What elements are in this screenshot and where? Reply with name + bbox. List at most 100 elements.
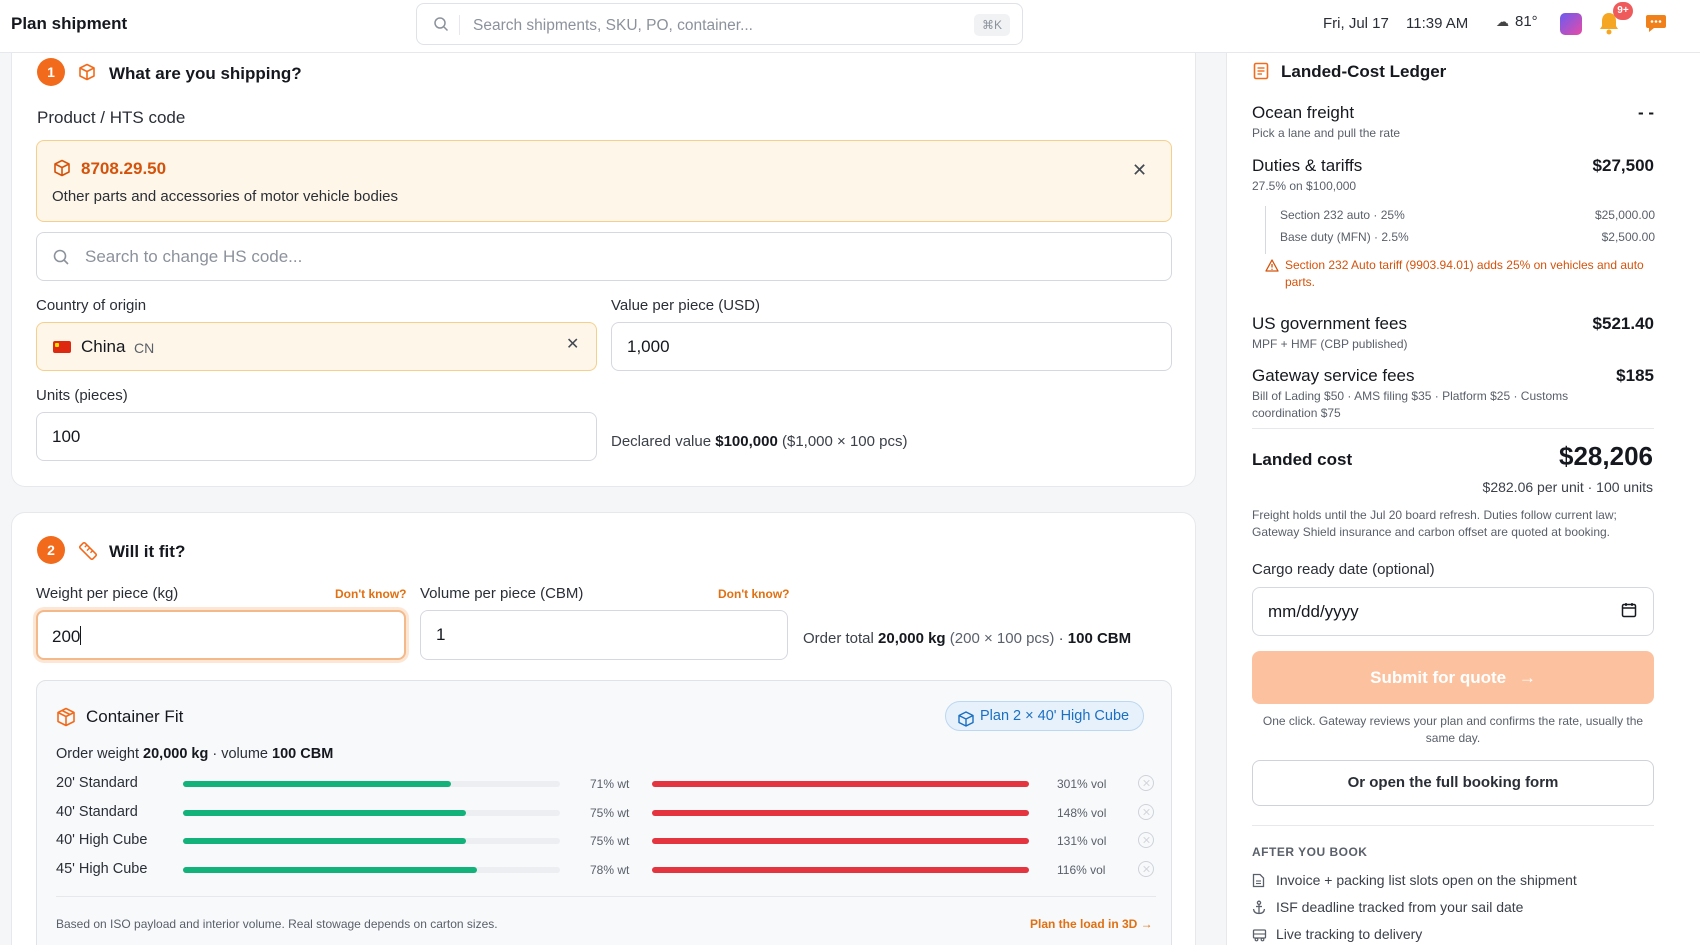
weight-dont-know-link[interactable]: Don't know?: [335, 587, 407, 601]
volume-bar-fill: [652, 866, 1029, 873]
hts-description: Other parts and accessories of motor veh…: [52, 188, 399, 205]
container-plan-icon: [958, 709, 974, 737]
ledger-note: Freight holds until the Jul 20 board ref…: [1252, 508, 1617, 539]
container-fit-panel: Container Fit Plan 2 × 40' High Cube Ord…: [36, 680, 1172, 945]
clock-date: Fri, Jul 17: [1323, 15, 1389, 32]
container-plan-label: Plan 2 × 40' High Cube: [980, 708, 1130, 724]
weight-percent: 78% wt: [590, 862, 630, 877]
landed-cost-label: Landed cost: [1252, 450, 1353, 469]
origin-label: Country of origin: [36, 297, 147, 314]
weight-percent: 71% wt: [590, 777, 630, 791]
clock-time: 11:39 AM: [1406, 15, 1469, 32]
declared-prefix: Declared value: [611, 433, 712, 450]
volume-bar-fill: [652, 781, 1029, 787]
volume-bar-track: [652, 809, 1029, 816]
divider: [56, 896, 1156, 897]
anchor-icon: [1252, 900, 1266, 918]
volume-per-piece-input[interactable]: 1: [420, 610, 788, 660]
value-per-piece: 1,000: [627, 337, 670, 356]
step2-number: 2: [37, 536, 65, 564]
summary-volume: 100 CBM: [272, 746, 334, 762]
after-item-label: Invoice + packing list slots open on the…: [1276, 872, 1577, 888]
container-type-label: 20' Standard: [56, 775, 138, 791]
does-not-fit-icon: [1138, 860, 1154, 877]
volume-dont-know-link[interactable]: Don't know?: [718, 587, 790, 601]
arrow-right-icon: →: [1518, 668, 1536, 687]
weather-widget[interactable]: ☁ 81°: [1496, 13, 1538, 30]
weight-bar-fill: [183, 866, 478, 873]
volume-bar-fill: [652, 838, 1029, 844]
gateway-fees-sub: Bill of Lading $50 · AMS filing $35 · Pl…: [1252, 389, 1569, 420]
weather-temp: 81°: [1515, 13, 1538, 30]
units-input[interactable]: 100: [36, 412, 597, 461]
product-label: Product / HTS code: [37, 108, 186, 127]
weather-icon: ☁: [1496, 14, 1509, 29]
volume-percent: 116% vol: [1057, 862, 1106, 877]
hts-code: 8708.29.50: [81, 159, 167, 178]
submit-note: One click. Gateway reviews your plan and…: [1262, 714, 1644, 745]
global-search-input[interactable]: Search shipments, SKU, PO, container... …: [416, 3, 1023, 45]
plan-load-3d-link[interactable]: Plan the load in 3D →: [1030, 917, 1153, 931]
value-per-piece-input[interactable]: 1,000: [611, 322, 1172, 371]
step1-number: 1: [37, 58, 65, 86]
container-fit-footnote: Based on ISO payload and interior volume…: [56, 917, 498, 931]
clear-origin-close-icon[interactable]: ✕: [566, 337, 579, 353]
volume-bar-track: [652, 838, 1029, 844]
search-icon: [52, 248, 70, 271]
summary-weight: 20,000 kg: [143, 746, 209, 762]
page-title: Plan shipment: [11, 14, 128, 33]
order-total-separator: ·: [1058, 630, 1064, 647]
chat-icon[interactable]: [1645, 12, 1667, 39]
after-item-label: ISF deadline tracked from your sail date: [1276, 899, 1524, 915]
units-label: Units (pieces): [36, 387, 128, 404]
duty-line: Section 232 auto · 25% $25,000.00: [1280, 208, 1655, 222]
open-booking-form-button[interactable]: Or open the full booking form: [1252, 760, 1654, 806]
search-placeholder: Search shipments, SKU, PO, container...: [473, 17, 753, 34]
top-bar: Plan shipment Search shipments, SKU, PO,…: [0, 0, 1700, 53]
does-not-fit-icon: [1138, 832, 1154, 848]
hs-code-search-input[interactable]: Search to change HS code...: [36, 232, 1172, 281]
china-flag-icon: [53, 341, 71, 353]
warning-icon: [1265, 259, 1279, 277]
container-icon: [56, 707, 76, 732]
order-summary: Order weight 20,000 kg · volume 100 CBM: [56, 746, 333, 762]
receipt-icon: [1253, 62, 1269, 85]
order-total-volume: 100 CBM: [1067, 630, 1132, 647]
ledger-title: Landed-Cost Ledger: [1281, 62, 1447, 81]
volume-percent: 148% vol: [1057, 805, 1107, 820]
weight-percent: 75% wt: [590, 805, 630, 820]
container-type-label: 40' High Cube: [56, 832, 148, 848]
gateway-fees-name: Gateway service fees: [1252, 366, 1415, 385]
ocean-freight-amount: - -: [1637, 103, 1654, 122]
does-not-fit-icon: [1138, 803, 1154, 820]
container-fit-row: 40' High Cube 75% wt 131% vol: [56, 831, 1156, 851]
search-shortcut: ⌘K: [973, 14, 1010, 36]
ocean-freight-sub: Pick a lane and pull the rate: [1252, 126, 1401, 140]
step1-title: What are you shipping?: [109, 64, 302, 83]
submit-for-quote-button[interactable]: Submit for quote →: [1252, 651, 1654, 704]
container-fit-title: Container Fit: [86, 707, 184, 726]
declared-detail: ($1,000 × 100 pcs): [781, 433, 908, 450]
duty-line-amount: $25,000.00: [1594, 208, 1655, 222]
weight-bar-fill: [183, 781, 451, 787]
country-of-origin-select[interactable]: China CN ✕: [36, 322, 597, 371]
text-caret: [80, 626, 82, 645]
calendar-icon[interactable]: [1621, 602, 1637, 623]
container-type-label: 45' High Cube: [56, 860, 148, 877]
weight-percent: 75% wt: [590, 834, 630, 848]
container-plan-badge[interactable]: Plan 2 × 40' High Cube: [945, 701, 1145, 731]
hs-search-placeholder: Search to change HS code...: [85, 247, 303, 266]
weight-label: Weight per piece (kg): [36, 585, 179, 602]
calendar-app-icon[interactable]: [1560, 13, 1582, 35]
duty-line-amount: $2,500.00: [1601, 230, 1655, 244]
cargo-ready-date-input[interactable]: mm/dd/yyyy: [1252, 587, 1654, 636]
gov-fees-amount: $521.40: [1592, 314, 1654, 333]
volume-percent: 131% vol: [1057, 834, 1107, 848]
landed-cost-ledger: Landed-Cost Ledger Ocean freight Pick a …: [1226, 53, 1700, 945]
weight-per-piece-input[interactable]: 200: [36, 610, 406, 660]
clear-hts-close-icon[interactable]: ✕: [1132, 161, 1147, 179]
divider: [1252, 825, 1654, 826]
ruler-icon: [78, 541, 98, 566]
weight-value: 200: [52, 627, 81, 646]
weight-bar-track: [183, 809, 560, 816]
